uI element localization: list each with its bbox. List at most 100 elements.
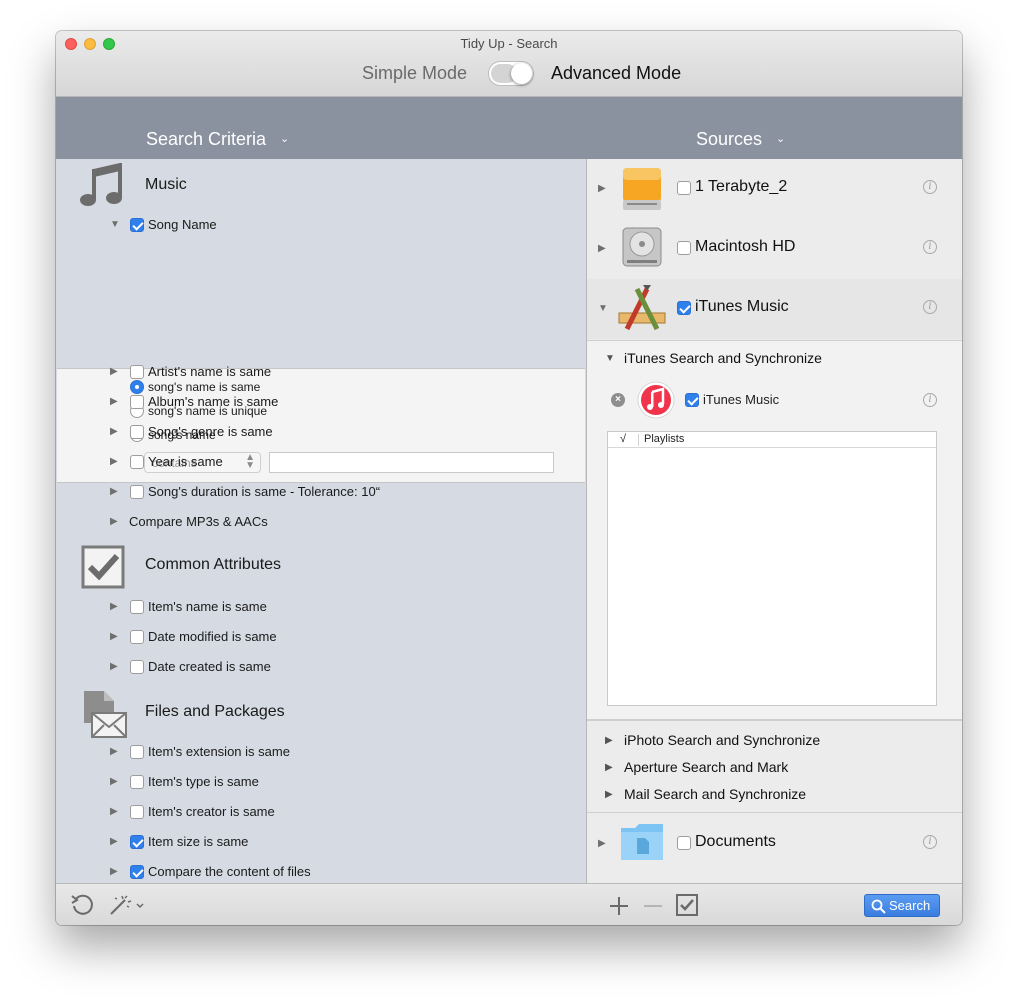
disclosure-closed-icon[interactable]: ▶ xyxy=(110,806,118,817)
source-row[interactable]: ▶ 1 Terabyte_2 i xyxy=(587,159,962,219)
column-separator xyxy=(638,434,639,446)
disclosure-closed-icon[interactable]: ▶ xyxy=(110,516,118,527)
info-icon[interactable]: i xyxy=(923,835,937,849)
disclosure-closed-icon[interactable]: ▶ xyxy=(110,456,118,467)
disclosure-closed-icon[interactable]: ▶ xyxy=(110,746,118,757)
disclosure-closed-icon[interactable]: ▶ xyxy=(110,631,118,642)
magnifier-icon xyxy=(871,899,886,914)
disclosure-open-icon[interactable]: ▼ xyxy=(110,219,120,230)
checkbox-section-icon xyxy=(81,545,125,589)
criteria-label: Song's duration is same - Tolerance: 10“ xyxy=(148,484,381,499)
playlist-table[interactable]: √ Playlists xyxy=(607,431,937,706)
magic-wand-icon[interactable] xyxy=(108,893,146,917)
radio-name-same[interactable] xyxy=(130,380,144,394)
compare-mp3-label: Compare MP3s & AACs xyxy=(129,514,268,529)
bottom-toolbar: Search xyxy=(56,883,962,925)
playlists-column[interactable]: Playlists xyxy=(644,433,684,445)
source-label: Macintosh HD xyxy=(695,238,796,255)
criteria-checkbox[interactable] xyxy=(130,485,144,499)
add-icon[interactable] xyxy=(608,895,630,917)
sources-pane[interactable]: ▶ 1 Terabyte_2 i ▶ Macintosh HD i ▼ iTun… xyxy=(587,159,962,883)
info-icon[interactable]: i xyxy=(923,393,937,407)
criteria-checkbox[interactable] xyxy=(130,660,144,674)
info-icon[interactable]: i xyxy=(923,240,937,254)
source-checkbox[interactable] xyxy=(677,241,691,255)
remove-icon[interactable] xyxy=(642,895,664,917)
criteria-checkbox[interactable] xyxy=(130,835,144,849)
itunes-icon xyxy=(637,381,675,419)
search-criteria-pane[interactable]: Music ▼ Song Name song's name is same so… xyxy=(56,159,586,883)
search-criteria-menu[interactable]: Search Criteria ⌄ xyxy=(146,129,289,150)
criteria-checkbox[interactable] xyxy=(130,630,144,644)
criteria-checkbox[interactable] xyxy=(130,745,144,759)
app-icon xyxy=(618,285,666,331)
simple-mode-label[interactable]: Simple Mode xyxy=(362,63,467,84)
itunes-sync-label[interactable]: iTunes Search and Synchronize xyxy=(624,350,822,366)
files-packages-title: Files and Packages xyxy=(145,703,285,720)
advanced-mode-label[interactable]: Advanced Mode xyxy=(551,63,681,84)
disclosure-open-icon[interactable]: ▼ xyxy=(605,353,615,364)
source-checkbox[interactable] xyxy=(677,836,691,850)
song-name-checkbox[interactable] xyxy=(130,218,144,232)
criteria-checkbox[interactable] xyxy=(130,865,144,879)
disclosure-closed-icon[interactable]: ▶ xyxy=(110,426,118,437)
disclosure-closed-icon[interactable]: ▶ xyxy=(605,789,613,800)
remove-icon[interactable]: × xyxy=(611,393,625,407)
music-section-title: Music xyxy=(145,176,187,193)
checkmark-box-icon[interactable] xyxy=(676,894,698,916)
subsection-label: Mail Search and Synchronize xyxy=(624,786,807,802)
search-button-label: Search xyxy=(889,898,931,913)
app-window: Tidy Up - Search Simple Mode Advanced Mo… xyxy=(56,31,962,925)
info-icon[interactable]: i xyxy=(923,300,937,314)
playlist-check-column[interactable]: √ xyxy=(620,433,626,445)
subsection-row[interactable]: ▶ iPhoto Search and Synchronize xyxy=(587,731,962,755)
source-row[interactable]: ▶ Macintosh HD i xyxy=(587,219,962,279)
criteria-checkbox[interactable] xyxy=(130,805,144,819)
criteria-checkbox[interactable] xyxy=(130,600,144,614)
disclosure-closed-icon[interactable]: ▶ xyxy=(598,838,606,849)
disclosure-open-icon[interactable]: ▼ xyxy=(598,303,608,314)
criteria-checkbox[interactable] xyxy=(130,425,144,439)
criteria-checkbox[interactable] xyxy=(130,365,144,379)
search-criteria-label: Search Criteria xyxy=(146,129,267,149)
itunes-library-label: iTunes Music xyxy=(703,392,780,407)
criteria-label: Album's name is same xyxy=(148,394,279,409)
criteria-checkbox[interactable] xyxy=(130,395,144,409)
criteria-label: Compare the content of files xyxy=(148,864,311,879)
disclosure-closed-icon[interactable]: ▶ xyxy=(605,735,613,746)
disclosure-closed-icon[interactable]: ▶ xyxy=(110,366,118,377)
disclosure-closed-icon[interactable]: ▶ xyxy=(598,243,606,254)
info-icon[interactable]: i xyxy=(923,180,937,194)
disclosure-closed-icon[interactable]: ▶ xyxy=(110,661,118,672)
disclosure-closed-icon[interactable]: ▶ xyxy=(110,866,118,877)
mode-toggle[interactable] xyxy=(488,61,534,86)
sources-label: Sources xyxy=(696,129,763,149)
chevron-down-icon: ⌄ xyxy=(776,133,786,145)
updown-arrow-icon: ▲ ▼ xyxy=(245,452,255,471)
reset-icon[interactable] xyxy=(70,893,94,917)
disclosure-closed-icon[interactable]: ▶ xyxy=(110,486,118,497)
source-checkbox[interactable] xyxy=(677,301,691,315)
criteria-label: Song's genre is same xyxy=(148,424,273,439)
source-row[interactable]: ▶ Documents i xyxy=(587,814,962,874)
sources-menu[interactable]: Sources ⌄ xyxy=(696,129,785,150)
criteria-label: Item's name is same xyxy=(148,599,267,614)
source-row-selected[interactable]: ▼ iTunes Music i xyxy=(587,279,962,339)
disclosure-closed-icon[interactable]: ▶ xyxy=(598,183,606,194)
disclosure-closed-icon[interactable]: ▶ xyxy=(110,776,118,787)
playlist-table-header: √ Playlists xyxy=(608,432,936,448)
disclosure-closed-icon[interactable]: ▶ xyxy=(110,601,118,612)
song-name-text-field[interactable] xyxy=(269,452,554,473)
search-button[interactable]: Search xyxy=(864,894,940,917)
source-label: iTunes Music xyxy=(695,298,789,315)
source-checkbox[interactable] xyxy=(677,181,691,195)
disclosure-closed-icon[interactable]: ▶ xyxy=(605,762,613,773)
subsection-row[interactable]: ▶ Mail Search and Synchronize xyxy=(587,785,962,809)
disclosure-closed-icon[interactable]: ▶ xyxy=(110,396,118,407)
criteria-checkbox[interactable] xyxy=(130,775,144,789)
criteria-checkbox[interactable] xyxy=(130,455,144,469)
subsection-row[interactable]: ▶ Aperture Search and Mark xyxy=(587,758,962,782)
disclosure-closed-icon[interactable]: ▶ xyxy=(110,836,118,847)
itunes-library-checkbox[interactable] xyxy=(685,393,699,407)
divider xyxy=(587,720,962,721)
